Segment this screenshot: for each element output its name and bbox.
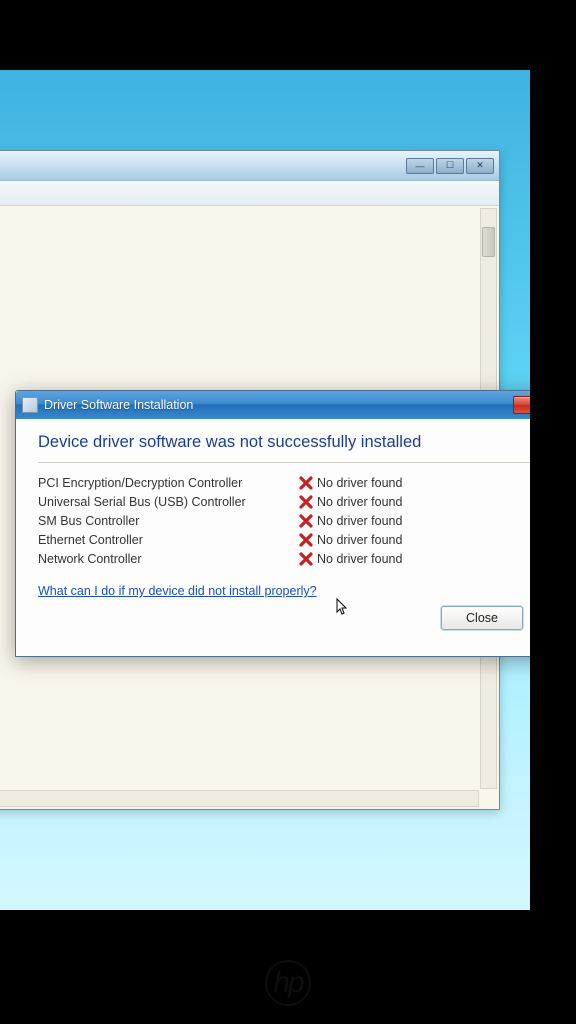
fail-x-icon	[298, 513, 314, 529]
minimize-button[interactable]: —	[406, 158, 434, 174]
dialog-body: Device driver software was not successfu…	[16, 419, 530, 656]
driver-install-dialog: Driver Software Installation ✕ Device dr…	[15, 390, 530, 657]
device-row: SM Bus Controller No driver found	[38, 511, 530, 530]
fail-x-icon	[298, 551, 314, 567]
device-status: No driver found	[317, 552, 402, 566]
device-name: PCI Encryption/Decryption Controller	[38, 476, 298, 490]
device-row: Network Controller No driver found	[38, 549, 530, 568]
device-status: No driver found	[317, 476, 402, 490]
device-status: No driver found	[317, 495, 402, 509]
close-icon-button[interactable]: ✕	[513, 396, 530, 414]
device-name: Universal Serial Bus (USB) Controller	[38, 495, 298, 509]
horizontal-scrollbar[interactable]	[0, 790, 479, 807]
bg-window-titlebar: — ☐ ✕	[0, 151, 499, 181]
device-row: Ethernet Controller No driver found	[38, 530, 530, 549]
fail-x-icon	[298, 494, 314, 510]
bg-close-button[interactable]: ✕	[466, 158, 494, 174]
close-x-icon: ✕	[529, 399, 530, 412]
dialog-titlebar[interactable]: Driver Software Installation ✕	[16, 391, 530, 419]
close-button[interactable]: Close	[441, 606, 523, 630]
dialog-footer: Close	[38, 598, 530, 642]
close-button-label: Close	[466, 611, 498, 625]
fail-x-icon	[298, 475, 314, 491]
dialog-heading: Device driver software was not successfu…	[38, 433, 530, 452]
device-name: SM Bus Controller	[38, 514, 298, 528]
scrollbar-thumb[interactable]	[482, 227, 495, 257]
device-status: No driver found	[317, 533, 402, 547]
help-link-text: What can I do if my device did not insta…	[38, 584, 317, 598]
device-status: No driver found	[317, 514, 402, 528]
device-row: Universal Serial Bus (USB) Controller No…	[38, 492, 530, 511]
maximize-button[interactable]: ☐	[436, 158, 464, 174]
hp-logo-icon: hp	[265, 960, 311, 1006]
dialog-title-icon	[22, 397, 38, 413]
desktop-screen: — ☐ ✕ Driver Software Installation ✕ Dev…	[0, 70, 530, 910]
fail-x-icon	[298, 532, 314, 548]
divider	[38, 462, 530, 463]
device-name: Network Controller	[38, 552, 298, 566]
bg-window-toolbar	[0, 181, 499, 206]
help-link[interactable]: What can I do if my device did not insta…	[38, 584, 317, 598]
device-name: Ethernet Controller	[38, 533, 298, 547]
dialog-title: Driver Software Installation	[44, 398, 513, 412]
device-row: PCI Encryption/Decryption Controller No …	[38, 473, 530, 492]
